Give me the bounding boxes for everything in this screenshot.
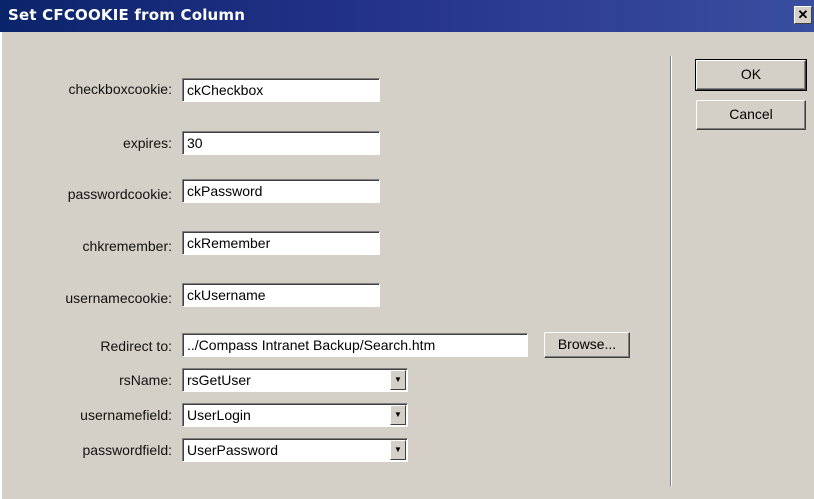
window-title: Set CFCOOKIE from Column — [8, 6, 246, 24]
passwordfield-value: UserPassword — [187, 442, 279, 458]
usernamefield-select[interactable]: UserLogin ▼ — [182, 403, 408, 427]
cancel-button[interactable]: Cancel — [696, 100, 806, 130]
rsname-value: rsGetUser — [187, 372, 251, 388]
browse-button[interactable]: Browse... — [544, 332, 630, 358]
chevron-down-icon[interactable]: ▼ — [390, 370, 406, 390]
checkboxcookie-input[interactable]: ckCheckbox — [182, 78, 380, 102]
chkremember-label: chkremember: — [82, 238, 172, 254]
passwordfield-select[interactable]: UserPassword ▼ — [182, 438, 408, 462]
usernamecookie-label: usernamecookie: — [65, 290, 172, 306]
passwordcookie-input[interactable]: ckPassword — [182, 179, 380, 203]
chevron-down-icon[interactable]: ▼ — [390, 440, 406, 460]
ok-button[interactable]: OK — [695, 59, 807, 91]
passwordcookie-label: passwordcookie: — [67, 186, 172, 202]
dialog-body: checkboxcookie: ckCheckbox expires: 30 p… — [0, 32, 814, 499]
expires-input[interactable]: 30 — [182, 131, 380, 155]
usernamefield-label: usernamefield: — [80, 407, 172, 423]
checkboxcookie-label: checkboxcookie: — [68, 81, 172, 97]
chevron-down-icon[interactable]: ▼ — [390, 405, 406, 425]
rsname-label: rsName: — [119, 372, 172, 388]
passwordfield-label: passwordfield: — [82, 442, 173, 458]
expires-label: expires: — [122, 135, 172, 151]
usernamefield-value: UserLogin — [187, 407, 251, 423]
vertical-divider — [670, 56, 672, 486]
redirect-input[interactable]: ../Compass Intranet Backup/Search.htm — [182, 333, 528, 357]
close-icon[interactable]: ✕ — [794, 6, 812, 24]
redirect-label: Redirect to: — [100, 338, 172, 354]
title-bar: Set CFCOOKIE from Column ✕ — [0, 0, 814, 32]
chkremember-input[interactable]: ckRemember — [182, 231, 380, 255]
rsname-select[interactable]: rsGetUser ▼ — [182, 368, 408, 392]
usernamecookie-input[interactable]: ckUsername — [182, 283, 380, 307]
